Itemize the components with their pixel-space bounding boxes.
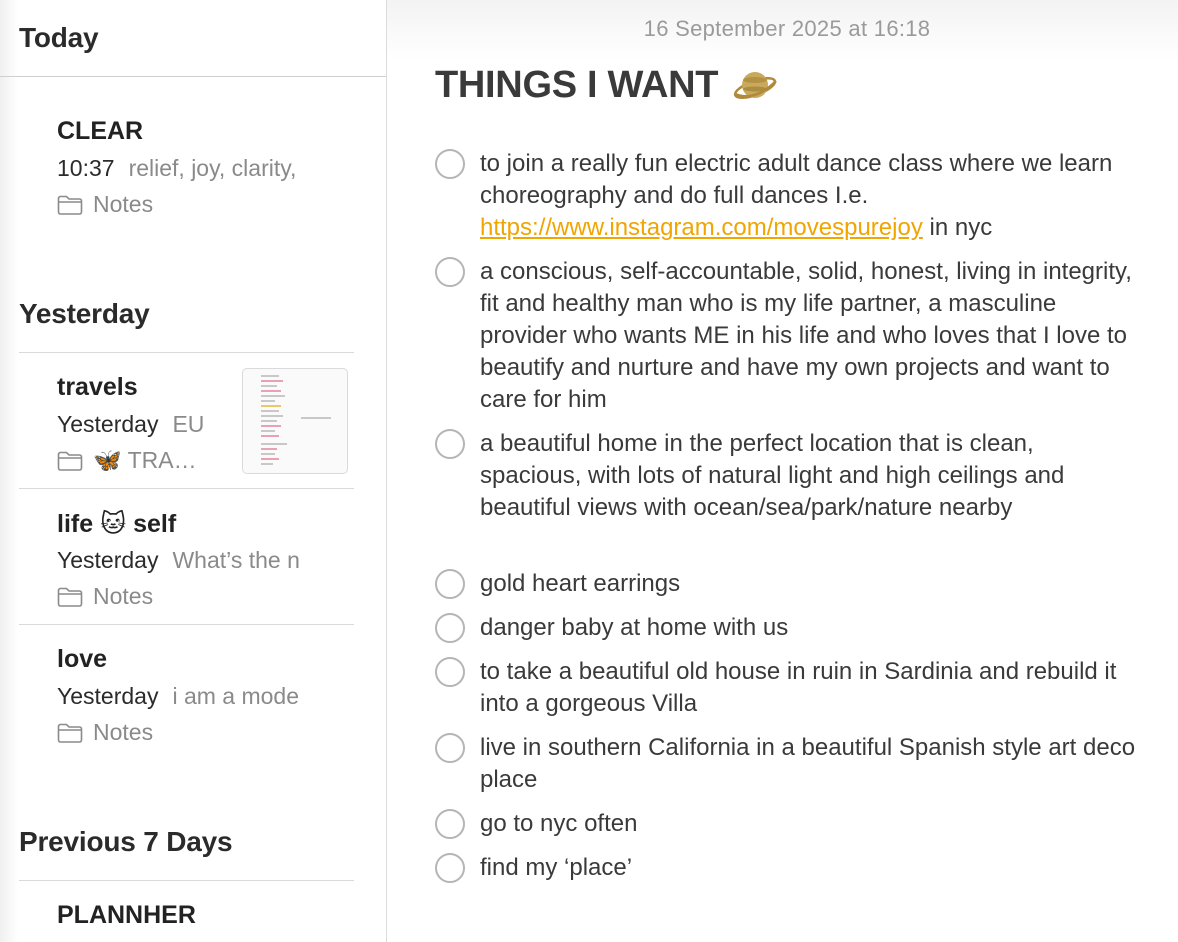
checklist-text[interactable]: danger baby at home with us [480,612,1140,644]
checklist-text[interactable]: to take a beautiful old house in ruin in… [480,656,1140,720]
note-title: love [57,645,108,673]
checklist-text[interactable]: find my ‘place’ [480,852,1140,884]
section-today: Today [19,22,99,53]
checkbox[interactable] [435,809,465,839]
folder-icon [57,723,83,743]
note-meta: Yesterday What’s the n [57,547,327,574]
checkbox[interactable] [435,657,465,687]
folder-label: Notes [93,191,154,217]
note-folder: Notes [57,191,153,218]
checklist-text[interactable]: a conscious, self-accountable, solid, ho… [480,256,1140,416]
section-yesterday: Yesterday [19,298,150,329]
checklist-text[interactable]: gold heart earrings [480,568,1140,600]
divider [19,624,354,625]
note-preview: relief, joy, clarity, [128,155,297,181]
note-meta: Yesterday EU [57,411,227,438]
note-meta: Yesterday i am a mode [57,683,327,710]
checkbox[interactable] [435,257,465,287]
note-thumbnail [242,368,348,474]
divider [19,880,354,881]
checkbox[interactable] [435,569,465,599]
note-folder: Notes [57,719,153,746]
notes-list-sidebar: Today CLEAR 10:37 relief, joy, clarity, N… [0,0,387,942]
note-preview: What’s the n [172,547,300,573]
divider [19,352,354,353]
instagram-link[interactable]: https://www.instagram.com/movespurejoy [480,214,923,241]
folder-icon [57,451,83,471]
checklist-text[interactable]: to join a really fun electric adult danc… [480,148,1140,244]
checkbox[interactable] [435,429,465,459]
checklist-text[interactable]: a beautiful home in the perfect location… [480,428,1140,524]
note-title: travels [57,373,138,401]
divider [19,488,354,489]
note-time: 10:37 [57,155,115,181]
checkbox[interactable] [435,853,465,883]
planet-icon [734,72,778,99]
folder-icon [57,587,83,607]
checklist-text[interactable]: go to nyc often [480,808,1140,840]
checkbox[interactable] [435,149,465,179]
note-preview: i am a mode [172,683,300,709]
checklist-text[interactable]: live in southern California in a beautif… [480,732,1140,796]
note-time: Yesterday [57,411,159,437]
note-heading[interactable]: THINGS I WANT [435,62,778,108]
note-meta: 10:37 relief, joy, clarity, [57,155,327,182]
divider [0,76,386,77]
section-previous-7-days: Previous 7 Days [19,826,233,857]
note-preview: EU [172,411,205,437]
note-editor[interactable]: 16 September 2025 at 16:18 THINGS I WANT… [387,0,1178,942]
note-date: 16 September 2025 at 16:18 [643,16,931,41]
folder-label: 🦋 TRA… [93,447,197,473]
note-time: Yesterday [57,547,159,573]
note-title: PLANNHER [57,901,196,929]
note-time: Yesterday [57,683,159,709]
checkbox[interactable] [435,733,465,763]
folder-icon [57,195,83,215]
note-folder: Notes [57,583,153,610]
note-folder: 🦋 TRA… [57,447,197,474]
note-title: THINGS I WANT [435,63,719,106]
folder-label: Notes [93,719,154,745]
note-title: CLEAR [57,117,144,145]
folder-label: Notes [93,583,154,609]
note-title: life 🐱 self [57,510,177,538]
checkbox[interactable] [435,613,465,643]
